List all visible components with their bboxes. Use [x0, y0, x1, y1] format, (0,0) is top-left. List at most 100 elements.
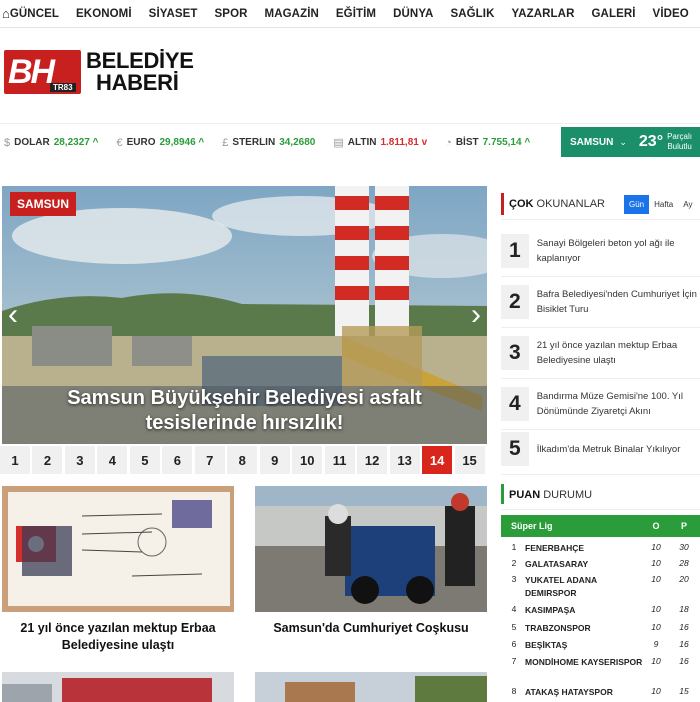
tab-hafta[interactable]: Hafta: [649, 195, 678, 214]
team-rank: 3: [511, 574, 517, 584]
logo-line2: HABERİ: [96, 70, 179, 95]
gold-icon: ▤: [333, 137, 344, 149]
section-title-rest: OKUNANLAR: [533, 198, 605, 210]
nav-item-video[interactable]: VİDEO: [653, 8, 689, 20]
most-read-item[interactable]: 2 Bafra Belediyesi'nden Cumhuriyet İçin …: [501, 277, 700, 328]
news-card[interactable]: Samsun'da Cumhuriyet Coşkusu: [255, 486, 487, 637]
news-card-title[interactable]: Samsun'da Cumhuriyet Coşkusu: [255, 620, 487, 637]
trend-up-icon: ^: [195, 137, 205, 148]
pager-item[interactable]: 1: [0, 446, 30, 474]
nav-item-galeri[interactable]: GALERİ: [592, 8, 636, 20]
news-card-title-line1: Samsun'da Cumhuriyet Coşkusu: [273, 621, 469, 635]
pound-icon: £: [222, 136, 229, 149]
weather-widget[interactable]: SAMSUN ⌄ 23° Parçalı Bulutlu: [561, 127, 700, 157]
news-card-title-line2: Belediyesine ulaştı: [61, 638, 175, 652]
most-read-item[interactable]: 5 İlkadım'da Metruk Binalar Yıkılıyor: [501, 424, 700, 475]
slider-pager: 1 2 3 4 5 6 7 8 9 10 11 12 13 14 15: [0, 446, 487, 474]
slider-next-icon[interactable]: ›: [471, 298, 481, 332]
team-points: 30: [679, 542, 689, 552]
headline-line2: tesislerinde hırsızlık!: [145, 412, 344, 434]
pager-item[interactable]: 2: [32, 446, 63, 474]
team-name: KASIMPAŞA: [525, 605, 576, 615]
nav-item-ekonomi[interactable]: EKONOMİ: [76, 8, 132, 20]
team-name: GALATASARAY: [525, 559, 589, 569]
team-rank: 4: [511, 604, 517, 614]
tab-ay[interactable]: Ay: [678, 195, 697, 214]
col-points: P: [680, 521, 687, 531]
pager-item[interactable]: 6: [162, 446, 193, 474]
most-read-item[interactable]: 4 Bandırma Müze Gemisi'ne 100. Yıl Dönüm…: [501, 379, 700, 430]
standings-row[interactable]: 3 YUKATEL ADANA DEMIRSPOR 10 20: [501, 574, 700, 600]
most-read-title[interactable]: 21 yıl önce yazılan mektup Erbaa Belediy…: [537, 338, 700, 368]
standings-row[interactable]: 4 KASIMPAŞA 10 18: [501, 604, 700, 617]
most-read-title[interactable]: Bafra Belediyesi'nden Cumhuriyet İçin Bi…: [537, 287, 700, 317]
standings-table-header: Süper Lig O P: [501, 515, 700, 537]
team-played: 10: [651, 604, 661, 614]
pager-item[interactable]: 13: [389, 446, 420, 474]
team-played: 10: [651, 656, 661, 666]
most-read-item[interactable]: 1 Sanayi Bölgeleri beton yol ağı ile kap…: [501, 226, 700, 277]
pager-item[interactable]: 9: [259, 446, 290, 474]
most-read-title[interactable]: Bandırma Müze Gemisi'ne 100. Yıl Dönümün…: [537, 389, 700, 419]
headline-slider[interactable]: SAMSUN ‹ › Samsun Büyükşehir Belediyesi …: [2, 186, 487, 444]
team-rank: 8: [511, 686, 517, 696]
team-played: 9: [653, 639, 659, 649]
league-name: Süper Lig: [511, 521, 553, 531]
section-title: PUAN DURUMU: [509, 489, 592, 501]
slider-headline[interactable]: Samsun Büyükşehir Belediyesi asfalt tesi…: [2, 386, 487, 436]
nav-item-magazin[interactable]: MAGAZİN: [265, 8, 319, 20]
nav-item-yazarlar[interactable]: YAZARLAR: [512, 8, 575, 20]
trend-up-icon: ^: [521, 137, 531, 148]
most-read-item[interactable]: 3 21 yıl önce yazılan mektup Erbaa Beled…: [501, 328, 700, 379]
news-card-title[interactable]: 21 yıl önce yazılan mektup Erbaa Belediy…: [2, 620, 234, 654]
ticker-name: STERLIN: [232, 137, 276, 148]
slider-prev-icon[interactable]: ‹: [8, 298, 18, 332]
pager-item-active[interactable]: 14: [422, 446, 453, 474]
site-logo[interactable]: BH TR83 BELEDİYE HABERİ: [4, 48, 194, 98]
weather-cond-line2: Bulutlu: [667, 142, 692, 151]
team-rank: 2: [511, 558, 517, 568]
pager-item[interactable]: 15: [454, 446, 485, 474]
standings-row[interactable]: 2 GALATASARAY 10 28: [501, 558, 700, 571]
team-name: BEŞİKTAŞ: [525, 640, 568, 650]
pager-item[interactable]: 7: [194, 446, 225, 474]
category-badge[interactable]: SAMSUN: [10, 192, 77, 216]
news-card-partial[interactable]: [2, 672, 234, 702]
team-name: FENERBAHÇE: [525, 543, 585, 553]
nav-item-spor[interactable]: SPOR: [215, 8, 248, 20]
team-rank: 6: [511, 639, 517, 649]
team-points: 20: [679, 574, 689, 584]
team-name: ATAKAŞ HATAYSPOR: [525, 687, 613, 697]
news-card-title-line1: 21 yıl önce yazılan mektup Erbaa: [20, 621, 216, 635]
chevron-down-icon[interactable]: ⌄: [619, 137, 627, 148]
standings-row[interactable]: 6 BEŞİKTAŞ 9 16: [501, 639, 700, 652]
ticker-dolar: $ DOLAR 28,2327 ^: [4, 137, 98, 149]
standings-row[interactable]: 5 TRABZONSPOR 10 16: [501, 622, 700, 635]
pager-item[interactable]: 11: [324, 446, 355, 474]
tab-gun[interactable]: Gün: [624, 195, 650, 214]
pager-item[interactable]: 4: [97, 446, 128, 474]
pager-item[interactable]: 8: [227, 446, 258, 474]
ticker-value: 28,2327: [53, 137, 90, 148]
nav-item-guncel[interactable]: GÜNCEL: [10, 8, 59, 20]
pager-item[interactable]: 3: [64, 446, 95, 474]
nav-item-saglik[interactable]: SAĞLIK: [450, 8, 494, 20]
pager-item[interactable]: 5: [129, 446, 160, 474]
standings-row[interactable]: 1 FENERBAHÇE 10 30: [501, 542, 700, 555]
trend-down-icon: v: [418, 137, 428, 148]
pager-item[interactable]: 12: [357, 446, 388, 474]
news-card-partial[interactable]: [255, 672, 487, 702]
standings-row[interactable]: 8 ATAKAŞ HATAYSPOR 10 15: [501, 686, 700, 699]
nav-item-siyaset[interactable]: SİYASET: [149, 8, 198, 20]
pager-item[interactable]: 10: [292, 446, 323, 474]
most-read-title[interactable]: Sanayi Bölgeleri beton yol ağı ile kapla…: [537, 236, 700, 266]
nav-item-dunya[interactable]: DÜNYA: [393, 8, 433, 20]
nav-item-egitim[interactable]: EĞİTİM: [336, 8, 376, 20]
nav-items: GÜNCEL EKONOMİ SİYASET SPOR MAGAZİN EĞİT…: [10, 8, 700, 20]
weather-cond-line1: Parçalı: [667, 132, 692, 141]
rank-number: 3: [501, 336, 529, 370]
news-card[interactable]: 21 yıl önce yazılan mektup Erbaa Belediy…: [2, 486, 234, 654]
home-icon[interactable]: ⌂: [0, 6, 10, 21]
most-read-title[interactable]: İlkadım'da Metruk Binalar Yıkılıyor: [537, 442, 700, 457]
standings-row[interactable]: 7 MONDİHOME KAYSERISPOR 10 16: [501, 656, 700, 669]
